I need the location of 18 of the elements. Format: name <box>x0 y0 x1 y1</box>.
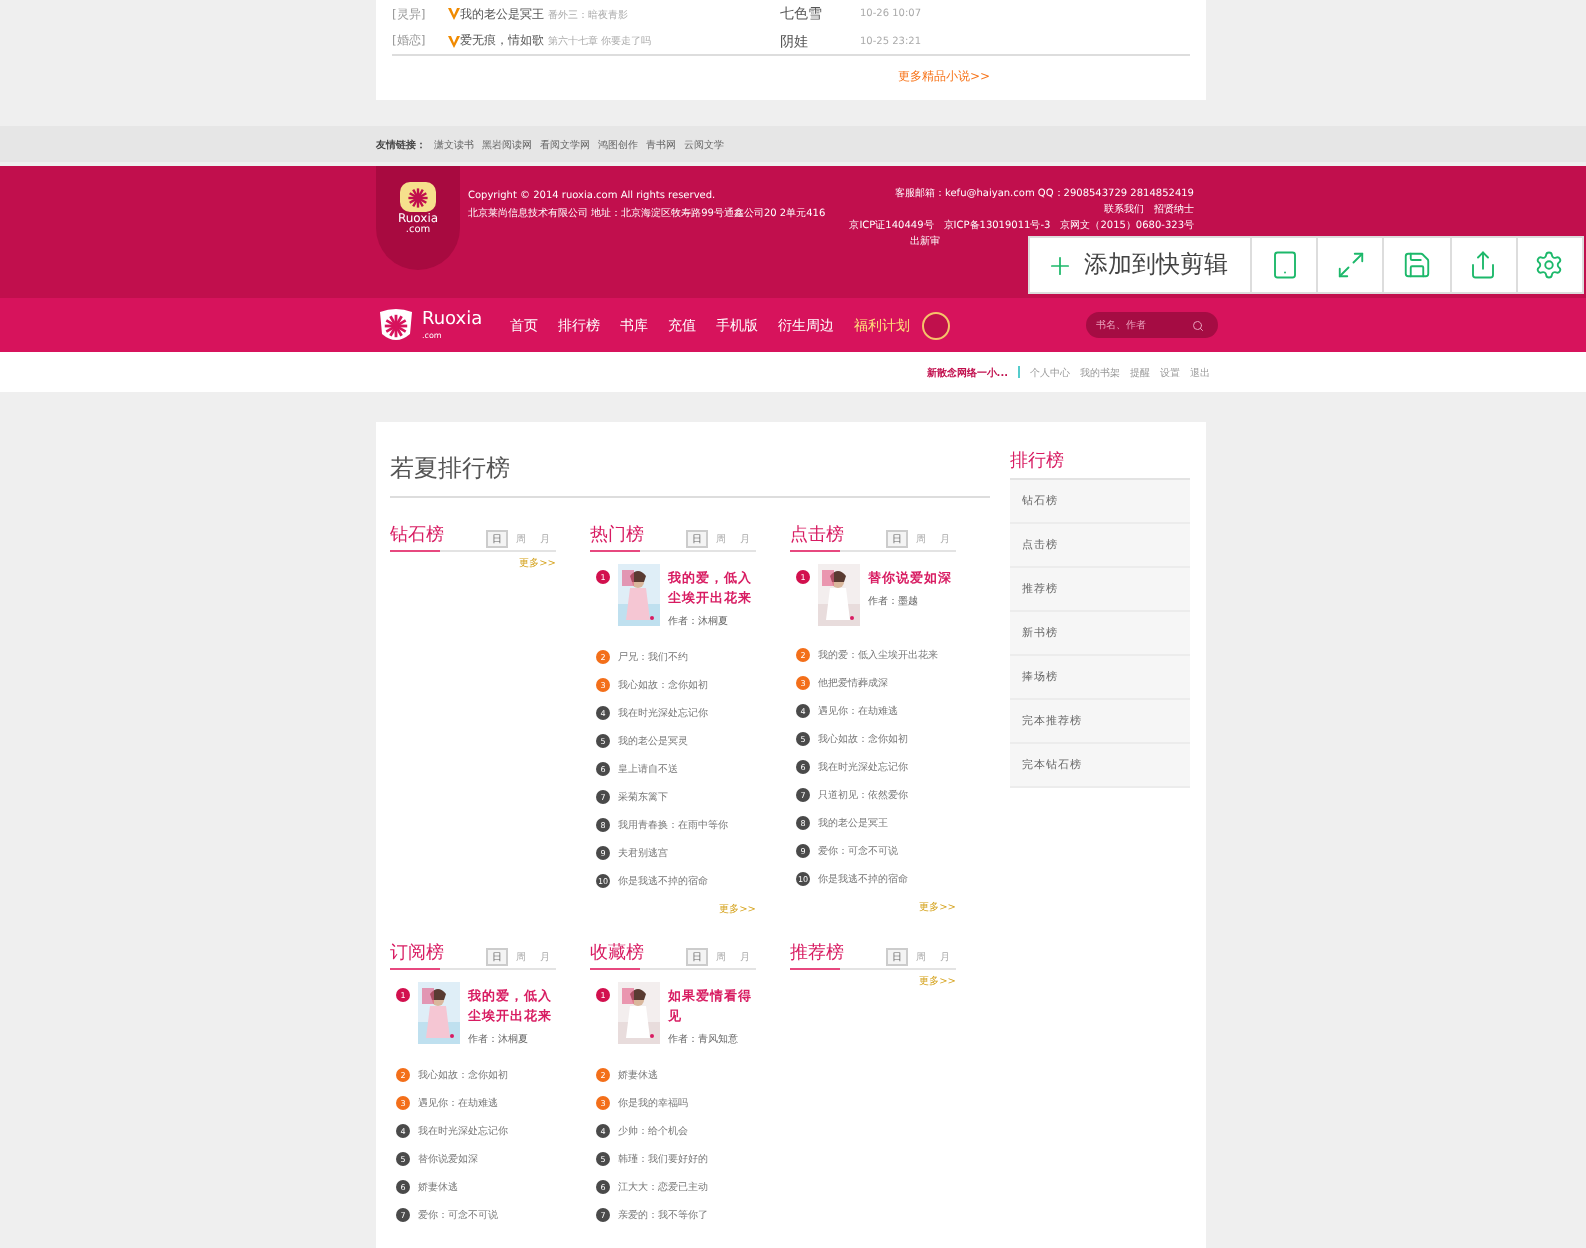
save-icon <box>1402 250 1432 280</box>
plus-icon <box>1046 251 1074 279</box>
flower-icon <box>406 185 430 209</box>
board-title: 点击榜 <box>790 522 840 552</box>
board-title: 热门榜 <box>590 522 640 552</box>
board-title: 收藏榜 <box>590 940 640 970</box>
page-title: 若夏排行榜 <box>390 446 990 498</box>
v-icon <box>448 35 460 47</box>
v-icon <box>448 8 460 20</box>
board-title: 钻石榜 <box>390 522 440 552</box>
expand-icon <box>1335 250 1366 280</box>
board-title: 推荐榜 <box>790 940 840 970</box>
tablet-icon <box>1269 250 1300 280</box>
settings-icon <box>1534 250 1565 280</box>
board-title: 订阅榜 <box>390 940 440 970</box>
search-icon <box>1192 319 1205 331</box>
share-icon <box>1468 250 1499 280</box>
badge-icon[interactable] <box>922 311 951 339</box>
